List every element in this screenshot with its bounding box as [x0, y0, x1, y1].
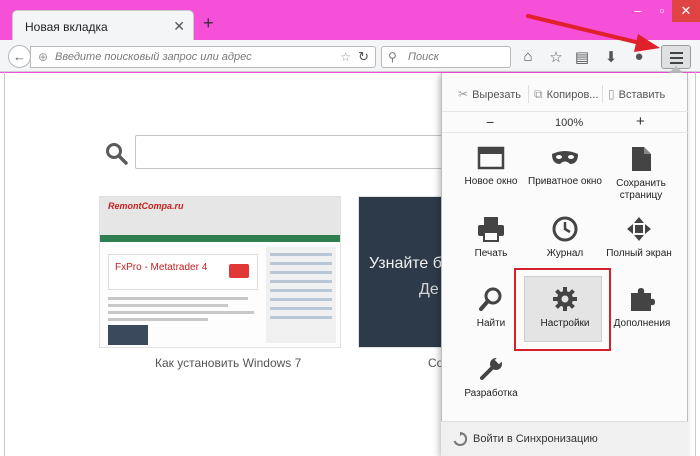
menu-history[interactable]: Журнал	[527, 216, 603, 260]
thumbnail-ad: FxPro - Metatrader 4	[108, 254, 258, 290]
page-search-input[interactable]	[135, 135, 475, 169]
thumbnail-text: Узнайте бол	[369, 255, 442, 272]
url-bar[interactable]: ⊕ Введите поисковый запрос или адрес ☆ ↻	[30, 46, 376, 68]
menu-find[interactable]: Найти	[453, 286, 529, 330]
annotation-arrow-icon	[526, 14, 660, 52]
thumbnail-nav	[100, 235, 340, 242]
search-icon	[479, 287, 502, 311]
sync-icon	[453, 432, 467, 446]
close-window-icon[interactable]: ✕	[672, 0, 700, 22]
edit-controls: ✂ Вырезать ⧉ Копиров... ▯ Вставить	[442, 83, 689, 105]
thumbnail-text-lines	[108, 297, 258, 325]
thumbnail-ad-button	[229, 264, 249, 278]
thumbnail-sidebar	[266, 247, 336, 343]
menu-settings[interactable]: Настройки	[527, 286, 603, 330]
menu-print[interactable]: Печать	[453, 216, 529, 260]
menu-fullscreen[interactable]: Полный экран	[601, 216, 677, 260]
top-site-tile-1[interactable]: RemontCompa.ru FxPro - Metatrader 4	[99, 196, 341, 348]
new-window-icon	[477, 146, 505, 170]
back-button[interactable]: ←	[8, 45, 31, 68]
page-search-icon	[106, 143, 128, 165]
menu-addons[interactable]: Дополнения	[604, 286, 680, 330]
thumbnail-header: RemontCompa.ru	[100, 197, 340, 235]
zoom-in-button[interactable]: +	[636, 113, 645, 130]
thumbnail-logo: RemontCompa.ru	[108, 201, 184, 211]
printer-icon	[478, 217, 504, 242]
bookmark-star-icon[interactable]: ☆	[340, 50, 351, 64]
clipboard-icon: ▯	[608, 87, 615, 101]
thumbnail-ad-text: FxPro - Metatrader 4	[115, 262, 208, 273]
sync-signin-row[interactable]: Войти в Синхронизацию	[441, 421, 688, 456]
puzzle-icon	[631, 288, 655, 311]
gear-icon	[553, 287, 577, 311]
save-page-icon	[632, 147, 651, 171]
thumbnail-image	[108, 325, 148, 345]
cut-button[interactable]: ✂ Вырезать	[458, 87, 521, 101]
menu-save-page[interactable]: Сохранить страницу	[603, 146, 679, 202]
tab-close-icon[interactable]: ✕	[173, 18, 185, 35]
tab-title: Новая вкладка	[25, 20, 108, 34]
zoom-controls: − 100% +	[442, 111, 689, 133]
tile-caption-1[interactable]: Как установить Windows 7	[155, 356, 301, 370]
history-clock-icon	[552, 216, 578, 242]
top-site-tile-2[interactable]: Узнайте бол Де	[358, 196, 442, 348]
fullscreen-icon	[627, 217, 651, 241]
menu-private-window[interactable]: Приватное окно	[527, 146, 603, 188]
search-placeholder: Поиск	[408, 51, 439, 63]
copy-button[interactable]: ⧉ Копиров...	[534, 87, 598, 102]
scissors-icon: ✂	[458, 87, 469, 101]
new-tab-button[interactable]: +	[203, 13, 214, 34]
paste-button[interactable]: ▯ Вставить	[608, 87, 665, 101]
search-engine-icon: ⚲	[388, 50, 397, 64]
thumbnail-text-2: Де	[419, 281, 439, 298]
url-placeholder: Введите поисковый запрос или адрес	[55, 51, 252, 63]
private-mask-icon	[552, 151, 578, 164]
menu-new-window[interactable]: Новое окно	[453, 146, 529, 188]
sync-label: Войти в Синхронизацию	[473, 433, 598, 445]
globe-icon: ⊕	[38, 50, 49, 64]
copy-icon: ⧉	[534, 87, 543, 101]
tab-new-tab[interactable]: Новая вкладка ✕	[12, 10, 194, 41]
search-bar[interactable]: ⚲ Поиск	[381, 46, 511, 68]
zoom-reset-button[interactable]: 100%	[555, 117, 583, 129]
wrench-icon	[480, 356, 504, 380]
menu-developer[interactable]: Разработка	[453, 356, 529, 400]
zoom-out-button[interactable]: −	[486, 114, 494, 130]
reload-icon[interactable]: ↻	[358, 49, 369, 65]
